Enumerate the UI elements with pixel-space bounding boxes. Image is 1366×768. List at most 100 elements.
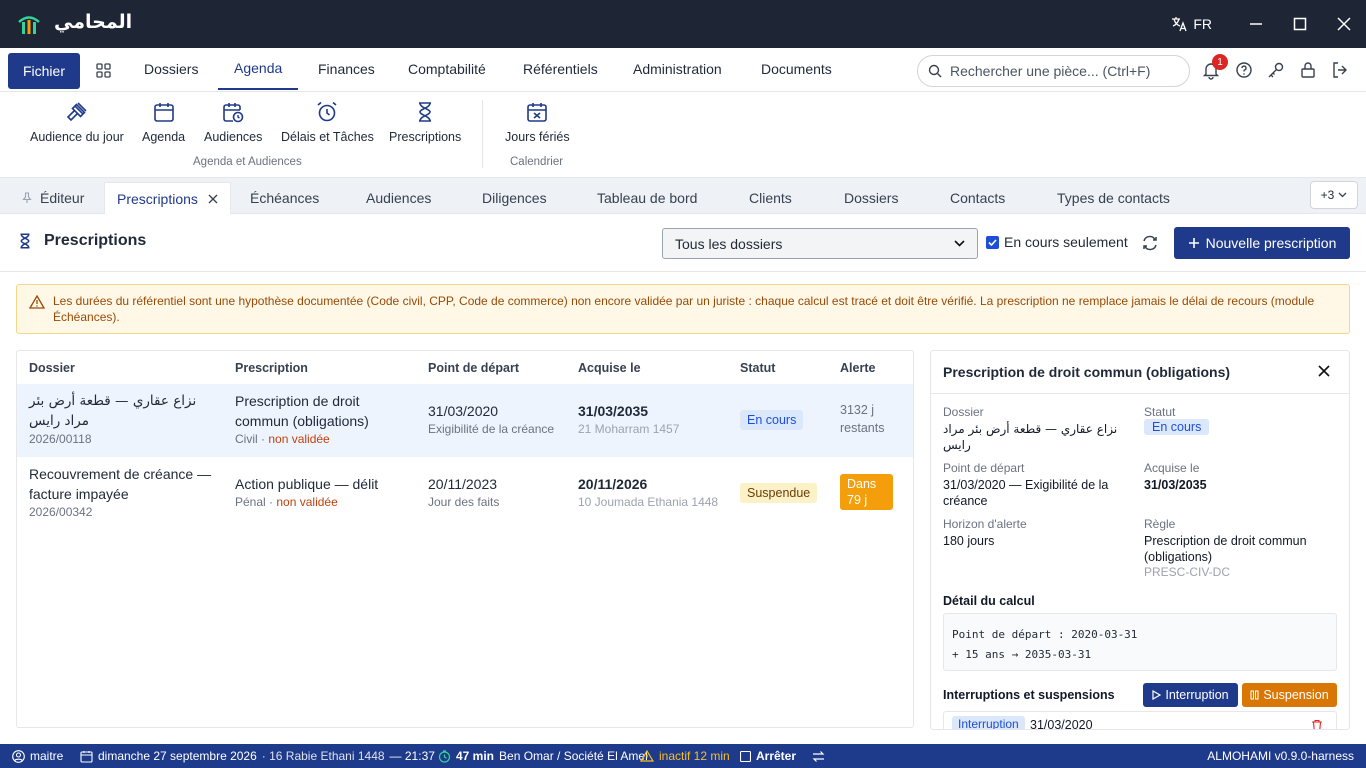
menu-finances[interactable]: Finances — [318, 48, 375, 90]
cell-alerte: 3132 j restants — [840, 403, 885, 435]
help-icon[interactable] — [1234, 60, 1254, 80]
page-title: Prescriptions — [44, 232, 147, 249]
ribbon-audiences[interactable]: Audiences — [204, 100, 262, 144]
menu-bar: Fichier Dossiers Agenda Finances Comptab… — [0, 48, 1366, 92]
interruption-row: Interruption 31/03/2020 — [943, 711, 1337, 730]
ribbon-jours-feries[interactable]: Jours fériés — [505, 100, 570, 144]
depart-value: 31/03/2020 — Exigibilité de la créance — [943, 478, 1109, 508]
close-window-button[interactable] — [1322, 0, 1366, 48]
table-row[interactable]: Recouvrement de créance — facture impayé… — [17, 457, 913, 530]
depart-reason: Exigibilité de la créance — [428, 422, 555, 436]
ribbon: Audience du jour Agenda Audiences Délais… — [0, 92, 1366, 178]
cell-prescription: Action publique — délit Pénal · non vali… — [235, 474, 405, 510]
trash-icon[interactable] — [1311, 719, 1323, 730]
inactive-text: inactif 12 min — [659, 749, 730, 763]
col-header-acquise[interactable]: Acquise le — [578, 361, 641, 375]
search-box[interactable] — [917, 55, 1190, 87]
depart-reason: Jour des faits — [428, 495, 500, 509]
col-header-dossier[interactable]: Dossier — [29, 361, 75, 375]
ribbon-delais-taches[interactable]: Délais et Tâches — [281, 100, 374, 144]
col-header-prescription[interactable]: Prescription — [235, 361, 308, 375]
translate-icon — [1172, 17, 1187, 32]
language-switch[interactable]: FR — [1171, 16, 1212, 32]
alarm-clock-icon — [317, 101, 337, 122]
ribbon-agenda[interactable]: Agenda — [142, 100, 185, 144]
col-header-statut[interactable]: Statut — [740, 361, 775, 375]
more-tabs-label: +3 — [1320, 188, 1335, 202]
tab-diligences[interactable]: Diligences — [482, 182, 547, 214]
col-header-depart[interactable]: Point de départ — [428, 361, 519, 375]
status-user[interactable]: maitre — [12, 744, 63, 768]
more-tabs-button[interactable]: +3 — [1310, 181, 1358, 209]
cell-dossier: نزاع عقاري — قطعة أرض بئر مراد رايس 2026… — [29, 391, 219, 447]
cell-dossier: Recouvrement de créance — facture impayé… — [29, 464, 219, 520]
calc-line: Point de départ : 2020-03-31 — [952, 628, 1138, 641]
calc-line: + 15 ans → 2035-03-31 — [952, 648, 1092, 661]
menu-agenda[interactable]: Agenda — [218, 48, 299, 90]
cell-acquise: 31/03/2035 21 Moharram 1457 — [578, 401, 679, 437]
tab-clients[interactable]: Clients — [749, 182, 792, 214]
interruptions-title: Interruptions et suspensions — [943, 688, 1115, 702]
minimize-button[interactable] — [1234, 0, 1278, 48]
timer-client: Ben Omar / Société El Amel — [499, 749, 648, 763]
dossier-value: نزاع عقاري — قطعة أرض بئر مراد رايس — [943, 422, 1118, 452]
stop-timer-button[interactable]: Arrêter — [740, 744, 796, 768]
checkbox-checked[interactable] — [986, 235, 999, 249]
ribbon-label: Délais et Tâches — [281, 130, 374, 144]
menu-comptabilite[interactable]: Comptabilité — [408, 48, 486, 90]
logout-icon[interactable] — [1330, 60, 1350, 80]
tab-types-de-contacts[interactable]: Types de contacts — [1057, 182, 1170, 214]
tab-prescriptions[interactable]: Prescriptions — [104, 182, 231, 214]
tab-tableau-de-bord[interactable]: Tableau de bord — [597, 182, 697, 214]
menu-documents[interactable]: Documents — [761, 48, 832, 90]
cell-prescription: Prescription de droit commun (obligation… — [235, 391, 405, 447]
ribbon-separator — [482, 100, 483, 168]
switch-button[interactable] — [812, 744, 825, 768]
chevron-down-icon — [1338, 192, 1347, 198]
tab-audiences[interactable]: Audiences — [366, 182, 431, 214]
tab-contacts[interactable]: Contacts — [950, 182, 1005, 214]
regle-label: Règle — [1144, 517, 1176, 531]
interruption-date: 31/03/2020 — [1030, 718, 1093, 730]
key-icon[interactable] — [1266, 60, 1286, 80]
warning-text: Les durées du référentiel sont une hypot… — [53, 294, 1315, 324]
fichier-button[interactable]: Fichier — [8, 53, 80, 89]
acquise-hijri: 21 Moharram 1457 — [578, 422, 680, 436]
close-panel-icon[interactable] — [1318, 365, 1330, 377]
col-header-alerte[interactable]: Alerte — [840, 361, 875, 375]
dossier-filter-select[interactable]: Tous les dossiers — [662, 228, 978, 259]
chevron-down-icon — [954, 240, 965, 247]
maximize-button[interactable] — [1278, 0, 1322, 48]
select-value: Tous les dossiers — [675, 235, 783, 252]
prescription-type: Civil — [235, 432, 258, 446]
table-row[interactable]: نزاع عقاري — قطعة أرض بئر مراد رايس 2026… — [17, 384, 913, 457]
main-content: Prescriptions Tous les dossiers En cours… — [0, 214, 1366, 744]
prescription-name: Prescription de droit commun (obligation… — [235, 393, 369, 429]
validation-status: non validée — [276, 495, 338, 509]
tab-label: Prescriptions — [117, 190, 198, 207]
close-tab-icon[interactable] — [208, 194, 218, 204]
en-cours-checkbox[interactable]: En cours seulement — [986, 234, 1128, 250]
notification-badge: 1 — [1212, 54, 1228, 70]
tab-dossiers[interactable]: Dossiers — [844, 182, 898, 214]
menu-referentiels[interactable]: Référentiels — [523, 48, 598, 90]
menu-dossiers[interactable]: Dossiers — [144, 48, 198, 90]
tab-editeur[interactable]: Éditeur — [22, 182, 84, 214]
ribbon-audience-du-jour[interactable]: Audience du jour — [30, 100, 124, 144]
switch-icon — [812, 750, 825, 762]
timer-icon — [438, 749, 451, 763]
lock-icon[interactable] — [1298, 60, 1318, 80]
alert-badge: Dans 79 j — [840, 474, 893, 510]
refresh-icon[interactable] — [1141, 234, 1159, 252]
depart-date: 20/11/2023 — [428, 476, 498, 492]
prescriptions-table: Dossier Prescription Point de départ Acq… — [16, 350, 914, 728]
add-interruption-button[interactable]: Interruption — [1143, 683, 1238, 707]
tab-echeances[interactable]: Échéances — [250, 182, 319, 214]
menu-administration[interactable]: Administration — [633, 48, 722, 90]
search-input[interactable] — [950, 63, 1170, 79]
acquise-date: 20/11/2026 — [578, 476, 648, 492]
new-prescription-button[interactable]: Nouvelle prescription — [1174, 227, 1350, 259]
add-suspension-button[interactable]: Suspension — [1242, 683, 1337, 707]
ribbon-prescriptions[interactable]: Prescriptions — [389, 100, 461, 144]
apps-grid-icon[interactable] — [96, 63, 111, 78]
